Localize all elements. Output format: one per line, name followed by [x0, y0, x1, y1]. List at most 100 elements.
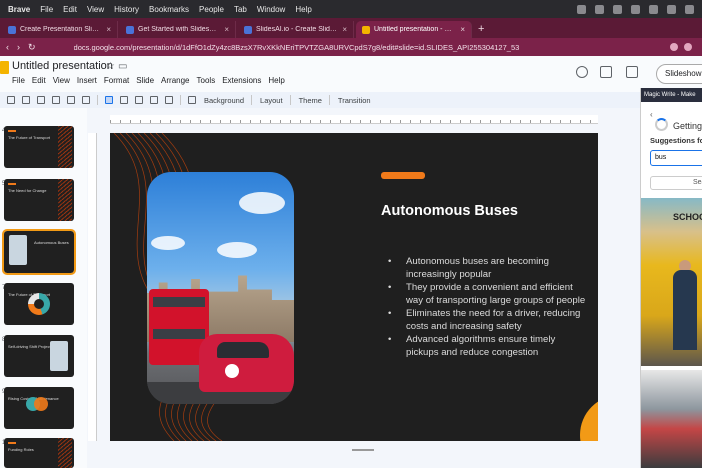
status-icon-7[interactable] — [685, 4, 694, 14]
shape-icon[interactable] — [150, 96, 158, 104]
status-icon-6[interactable] — [667, 4, 676, 14]
document-title[interactable]: Untitled presentation — [12, 60, 113, 72]
docs-menu-help[interactable]: Help — [268, 76, 284, 85]
docs-menu-extensions[interactable]: Extensions — [222, 76, 261, 85]
street-result-image[interactable] — [641, 370, 702, 468]
transition-button[interactable]: Transition — [338, 96, 371, 105]
thumb-title: Autonomous Buses — [34, 240, 69, 245]
slide-thumbnail[interactable]: The Need for Change — [4, 179, 74, 221]
slide-thumbnail[interactable]: Self-driving Shift Projects — [4, 335, 74, 377]
new-tab-button[interactable]: + — [478, 23, 484, 35]
close-icon[interactable]: × — [342, 25, 347, 34]
close-icon[interactable]: × — [224, 25, 229, 34]
bullet-list[interactable]: Autonomous buses are becoming increasing… — [388, 255, 588, 359]
docs-menu-tools[interactable]: Tools — [197, 76, 216, 85]
vertical-ruler[interactable] — [88, 133, 97, 441]
close-icon[interactable]: × — [460, 25, 465, 34]
status-icon-1[interactable] — [577, 4, 586, 14]
menu-people[interactable]: People — [199, 5, 224, 14]
theme-button[interactable]: Theme — [299, 96, 322, 105]
url-field[interactable]: docs.google.com/presentation/d/1dFfO1dZy… — [74, 43, 554, 52]
docs-menu-insert[interactable]: Insert — [77, 76, 97, 85]
close-icon[interactable]: × — [106, 25, 111, 34]
extension-icon[interactable] — [670, 43, 678, 51]
docs-menu-file[interactable]: File — [12, 76, 25, 85]
browser-tab-1[interactable]: Create Presentation Slides With AI × — [2, 21, 118, 38]
status-icon-4[interactable] — [631, 4, 640, 14]
toolbar-divider — [251, 95, 253, 105]
new-slide-icon[interactable] — [7, 96, 15, 104]
menu-app-brave[interactable]: Brave — [8, 5, 30, 14]
thumb-title: Self-driving Shift Projects — [8, 344, 53, 349]
cloud — [239, 192, 285, 214]
docs-menu-arrange[interactable]: Arrange — [161, 76, 189, 85]
back-arrow-icon[interactable]: ‹ — [650, 110, 653, 119]
docs-header: Untitled presentation ☆ ▭ File Edit View… — [0, 56, 702, 92]
redo-icon[interactable] — [37, 96, 45, 104]
slideshow-button[interactable]: Slideshow — [656, 64, 702, 84]
menu-file[interactable]: File — [40, 5, 53, 14]
status-icon-3[interactable] — [613, 4, 622, 14]
status-icon-5[interactable] — [649, 4, 658, 14]
select-cursor-icon[interactable] — [105, 96, 113, 104]
image-search-input[interactable]: bus — [650, 150, 702, 166]
london-bus-photo[interactable] — [147, 172, 294, 404]
background-button[interactable]: Background — [204, 96, 244, 105]
menu-help[interactable]: Help — [295, 5, 311, 14]
thumb-donut — [28, 293, 50, 315]
browser-tab-2[interactable]: Get Started with SlidesAI - AI Pow × — [120, 21, 236, 38]
slides-favicon-icon — [362, 25, 370, 34]
history-icon[interactable] — [576, 66, 588, 78]
slide-title[interactable]: Autonomous Buses — [381, 203, 518, 219]
text-box-icon[interactable] — [120, 96, 128, 104]
image-icon[interactable] — [135, 96, 143, 104]
thumb-image — [9, 235, 27, 265]
slide-thumbnail-selected[interactable]: Autonomous Buses — [2, 229, 76, 275]
current-slide[interactable]: Autonomous Buses Autonomous buses are be… — [110, 133, 598, 441]
slide-thumbnail[interactable]: The Future of Transport — [4, 126, 74, 168]
zoom-icon[interactable] — [82, 96, 90, 104]
add-comment-icon[interactable] — [188, 96, 196, 104]
meet-icon[interactable] — [626, 66, 638, 78]
move-folder-icon[interactable]: ▭ — [118, 61, 127, 72]
star-icon[interactable]: ☆ — [106, 61, 115, 72]
search-button[interactable]: Sea — [650, 176, 702, 190]
menu-view[interactable]: View — [87, 5, 104, 14]
school-bus-result-image[interactable]: SCHOOL — [641, 198, 702, 366]
undo-icon[interactable] — [22, 96, 30, 104]
status-icons — [577, 4, 694, 14]
bus-window — [153, 297, 205, 307]
menu-tab[interactable]: Tab — [234, 5, 247, 14]
print-icon[interactable] — [52, 96, 60, 104]
speaker-notes-handle[interactable] — [352, 449, 374, 451]
slides-logo-icon[interactable] — [0, 61, 9, 74]
taxi-logo — [225, 364, 239, 378]
magic-write-panel: Magic Write - Make ‹ Getting Suggestions… — [640, 88, 702, 468]
reload-icon[interactable]: ↻ — [28, 42, 36, 53]
layout-button[interactable]: Layout — [260, 96, 283, 105]
back-icon[interactable]: ‹ — [6, 42, 9, 53]
slide-thumbnail[interactable]: The Future of Transport — [4, 283, 74, 325]
browser-tab-3[interactable]: SlidesAI.io - Create Slides With AI × — [238, 21, 354, 38]
docs-menu-slide[interactable]: Slide — [136, 76, 154, 85]
comments-icon[interactable] — [600, 66, 612, 78]
extension-icon[interactable] — [684, 43, 692, 51]
slide-thumbnail[interactable]: Rising Costs in Maintenance — [4, 387, 74, 429]
menu-edit[interactable]: Edit — [63, 5, 77, 14]
line-icon[interactable] — [165, 96, 173, 104]
status-icon-2[interactable] — [595, 4, 604, 14]
paint-format-icon[interactable] — [67, 96, 75, 104]
slide-thumbnail[interactable]: Funding Roles — [4, 438, 74, 468]
docs-menu-view[interactable]: View — [53, 76, 70, 85]
menu-history[interactable]: History — [114, 5, 139, 14]
forward-icon[interactable]: › — [17, 42, 20, 53]
menu-bookmarks[interactable]: Bookmarks — [149, 5, 189, 14]
docs-menu-format[interactable]: Format — [104, 76, 129, 85]
docs-menu-edit[interactable]: Edit — [32, 76, 46, 85]
menu-window[interactable]: Window — [257, 5, 285, 14]
extension-icons — [670, 43, 692, 51]
horizontal-ruler[interactable] — [110, 115, 598, 124]
browser-tab-4[interactable]: Untitled presentation - Google × — [356, 21, 472, 38]
red-taxi — [199, 334, 294, 392]
os-menu-bar: Brave File Edit View History Bookmarks P… — [0, 0, 702, 18]
